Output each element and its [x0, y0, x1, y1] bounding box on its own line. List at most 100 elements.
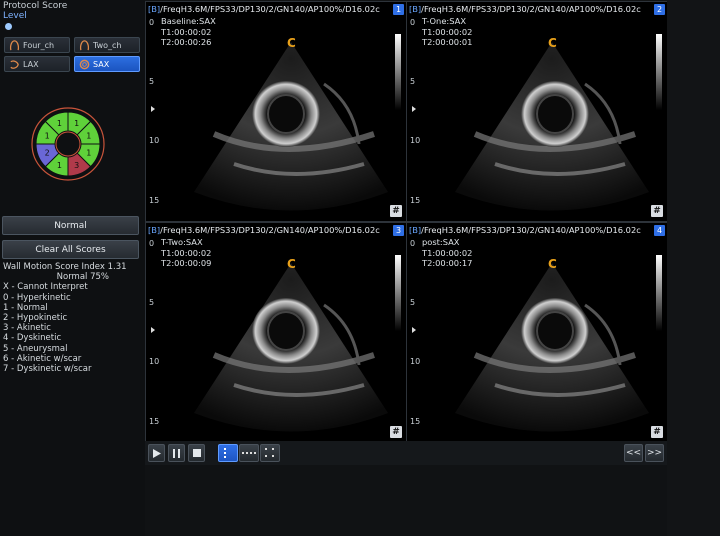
depth-mark: 15 — [410, 196, 421, 205]
echo-image-pane[interactable]: 0 5 10 15 [B]/FreqH3.6M/FPS33/DP130/2/GN… — [406, 222, 668, 443]
previous-button[interactable]: << — [624, 444, 643, 462]
stage-label: Baseline:SAX — [161, 16, 216, 26]
protocol-score-label: Protocol Score — [3, 1, 68, 11]
mode-prefix: [B] — [148, 225, 161, 235]
bullseye-segment-score: 1 — [86, 149, 91, 158]
orientation-marker: C — [548, 257, 557, 271]
heart-lax-icon — [10, 59, 19, 69]
t1-time: T1:00:00:02 — [161, 247, 212, 258]
pane-info: T-Two:SAX T1:00:00:02 T2:00:00:09 — [161, 237, 211, 269]
wall-motion-score-index: Wall Motion Score Index 1.31 — [3, 262, 127, 272]
sax-view-button[interactable]: SAX — [74, 56, 140, 72]
stage-label: T-One:SAX — [422, 16, 467, 26]
t1-time: T1:00:00:02 — [161, 26, 212, 37]
score-legend-item: 4 - Dyskinetic — [3, 333, 62, 344]
score-legend-item: 2 - Hypokinetic — [3, 313, 68, 324]
parameter-string: /FreqH3.6M/FPS33/DP130/2/GN140/AP100%/D1… — [160, 225, 380, 235]
right-side-strip — [667, 0, 720, 536]
t1-time: T1:00:00:02 — [422, 247, 473, 258]
left-panel: Protocol Score Level Four_ch Two_ch LAX … — [0, 0, 145, 536]
level-indicator[interactable] — [5, 23, 12, 30]
depth-mark: 10 — [410, 357, 421, 366]
focus-marker — [412, 327, 416, 333]
stage-label: post:SAX — [422, 237, 460, 247]
t2-time: T2:00:00:17 — [422, 258, 473, 268]
heart-sax-icon — [79, 59, 90, 69]
score-legend-item: 3 - Akinetic — [3, 323, 51, 334]
row-layout-button[interactable] — [239, 444, 259, 462]
focus-marker — [412, 106, 416, 112]
mode-prefix: [B] — [409, 4, 422, 14]
heart-four-chamber-icon — [9, 39, 20, 50]
lax-label: LAX — [23, 59, 39, 69]
clear-all-scores-button[interactable]: Clear All Scores — [2, 240, 139, 259]
depth-mark: 5 — [149, 298, 155, 307]
t2-time: T2:00:00:01 — [422, 37, 473, 47]
play-button[interactable] — [148, 444, 165, 462]
t1-time: T1:00:00:02 — [422, 26, 473, 37]
hash-button[interactable]: # — [651, 426, 663, 438]
focus-marker — [151, 106, 155, 112]
bullseye-segment-score: 3 — [74, 161, 79, 170]
echo-image-pane[interactable]: 0 5 10 15 [B]/FreqH3.6M/FPS33/DP130/2/GN… — [145, 1, 407, 222]
pane-number-badge: 1 — [393, 4, 404, 15]
pane-number-badge: 2 — [654, 4, 665, 15]
acquisition-parameters: [B]/FreqH3.6M/FPS33/DP130/2/GN140/AP100%… — [148, 225, 392, 235]
score-legend-item: X - Cannot Interpret — [3, 282, 88, 293]
depth-mark: 15 — [149, 417, 160, 426]
four-chamber-view-button[interactable]: Four_ch — [4, 37, 70, 53]
echo-image-pane[interactable]: 0 5 10 15 [B]/FreqH3.6M/FPS33/DP130/2/GN… — [145, 222, 407, 443]
orientation-marker: C — [548, 36, 557, 50]
depth-mark: 0 — [410, 239, 416, 248]
grayscale-bar — [395, 34, 401, 110]
acquisition-parameters: [B]/FreqH3.6M/FPS33/DP130/2/GN140/AP100%… — [409, 225, 653, 235]
pause-icon — [172, 448, 180, 458]
grayscale-bar — [656, 34, 662, 110]
normal-button[interactable]: Normal — [2, 216, 139, 235]
pane-number-badge: 4 — [654, 225, 665, 236]
acquisition-parameters: [B]/FreqH3.6M/FPS33/DP130/2/GN140/AP100%… — [409, 4, 653, 14]
echo-image-pane[interactable]: 0 5 10 15 [B]/FreqH3.6M/FPS33/DP130/2/GN… — [406, 1, 668, 222]
layout-row-icon — [242, 452, 256, 454]
mode-prefix: [B] — [409, 225, 422, 235]
pane-info: Baseline:SAX T1:00:00:02 T2:00:00:26 — [161, 16, 216, 48]
wall-motion-bullseye[interactable]: 11131211 — [28, 104, 114, 184]
depth-mark: 15 — [410, 417, 421, 426]
hash-button[interactable]: # — [651, 205, 663, 217]
depth-mark: 0 — [410, 18, 416, 27]
bullseye-segment-score: 1 — [57, 119, 62, 128]
bullseye-segment-score: 1 — [74, 119, 79, 128]
hash-button[interactable]: # — [390, 205, 402, 217]
hash-button[interactable]: # — [390, 426, 402, 438]
score-summary: Wall Motion Score Index 1.31 Normal 75% … — [3, 262, 143, 374]
heart-two-chamber-icon — [79, 39, 90, 50]
pane-info: post:SAX T1:00:00:02 T2:00:00:17 — [422, 237, 472, 269]
depth-mark: 0 — [149, 239, 155, 248]
stop-button[interactable] — [188, 444, 205, 462]
t2-time: T2:00:00:09 — [161, 258, 212, 268]
two-chamber-label: Two_ch — [93, 40, 122, 50]
score-legend: X - Cannot Interpret 0 - Hyperkinetic 1 - … — [3, 282, 143, 374]
acquisition-parameters: [B]/FreqH3.6M/FPS33/DP130/2/GN140/AP100%… — [148, 4, 392, 14]
stage-label: T-Two:SAX — [161, 237, 203, 247]
next-button[interactable]: >> — [645, 444, 664, 462]
sax-label: SAX — [93, 59, 110, 69]
bullseye-segment-score: 1 — [86, 131, 91, 140]
depth-mark: 0 — [149, 18, 155, 27]
bullseye-segment-score: 2 — [45, 149, 50, 158]
two-chamber-view-button[interactable]: Two_ch — [74, 37, 140, 53]
parameter-string: /FreqH3.6M/FPS33/DP130/2/GN140/AP100%/D1… — [421, 225, 641, 235]
score-legend-item: 6 - Akinetic w/scar — [3, 353, 82, 364]
single-layout-button[interactable] — [218, 444, 238, 462]
bullseye-segment-score: 1 — [45, 131, 50, 140]
pause-button[interactable] — [168, 444, 185, 462]
pane-number-badge: 3 — [393, 225, 404, 236]
bullseye-center — [55, 131, 81, 157]
t2-time: T2:00:00:26 — [161, 37, 212, 47]
quad-layout-button[interactable] — [260, 444, 280, 462]
focus-marker — [151, 327, 155, 333]
lax-view-button[interactable]: LAX — [4, 56, 70, 72]
score-legend-item: 5 - Aneurysmal — [3, 343, 68, 354]
level-label: Level — [3, 11, 27, 21]
four-chamber-label: Four_ch — [23, 40, 55, 50]
